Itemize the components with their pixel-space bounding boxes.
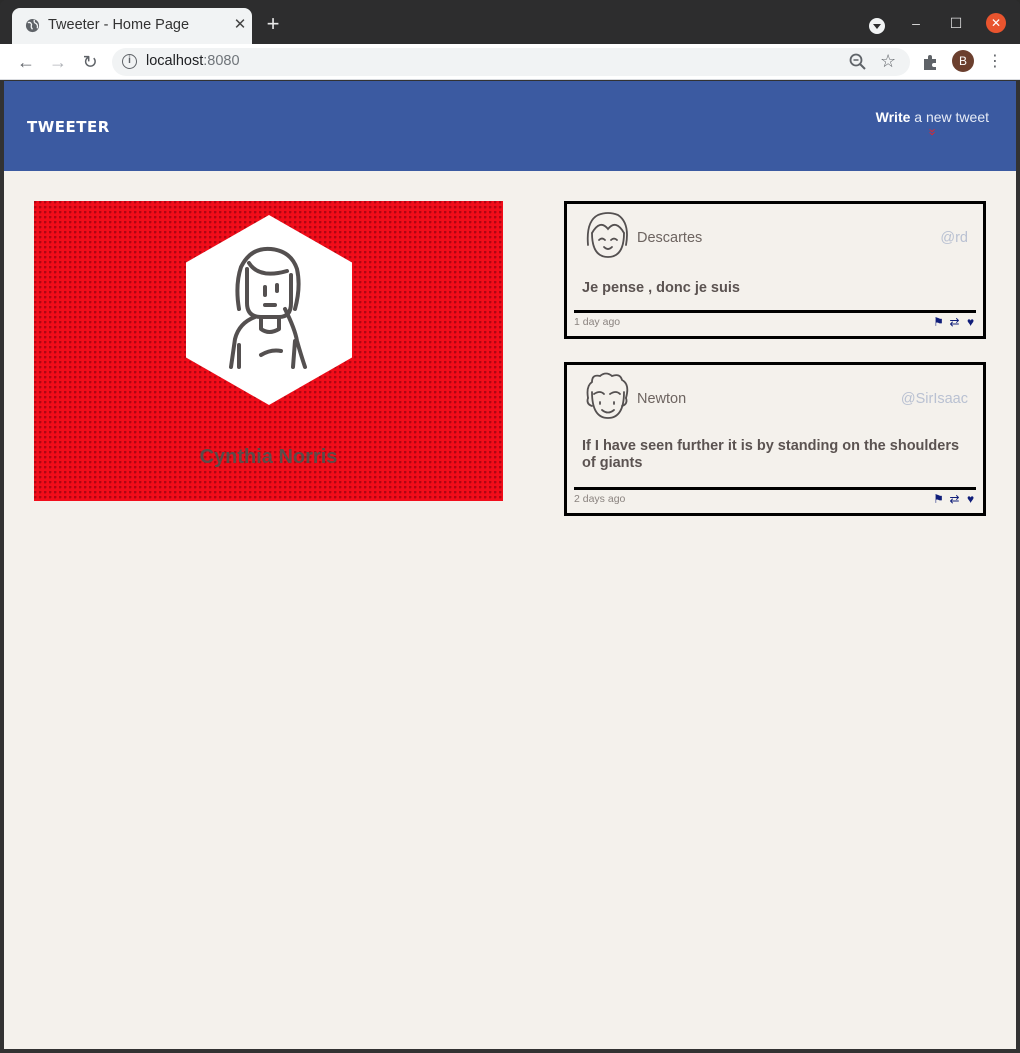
girl-avatar-icon <box>586 212 628 258</box>
tweet-card: Descartes @rd Je pense , donc je suis 1 … <box>564 201 986 339</box>
forward-icon[interactable]: → <box>47 51 69 73</box>
flag-icon[interactable]: ⚑ <box>932 316 945 329</box>
man-avatar-icon <box>586 372 629 419</box>
tab-home[interactable]: Tweeter - Home Page ✕ <box>12 8 252 44</box>
browser-toolbar: ← → ↻ i localhost:8080 ☆ B ⋮ <box>0 44 1020 80</box>
heart-icon[interactable]: ♥ <box>964 316 977 329</box>
profile-avatar-hexagon <box>186 215 352 405</box>
tweet-author-name: Newton <box>637 391 687 407</box>
url-port: :8080 <box>203 53 240 69</box>
flag-icon[interactable]: ⚑ <box>932 493 945 506</box>
tweet-author-handle[interactable]: @rd <box>940 230 968 246</box>
woman-avatar-icon <box>229 246 307 369</box>
compose-label-bold: Write <box>875 109 911 125</box>
tweet-timestamp: 2 days ago <box>574 493 626 505</box>
tweet-card: Newton @SirIsaac If I have seen further … <box>564 362 986 516</box>
zoom-icon[interactable] <box>848 52 868 72</box>
bookmark-star-icon[interactable]: ☆ <box>880 50 900 71</box>
tweet-body: If I have seen further it is by standing… <box>582 438 960 471</box>
tweet-footer: 1 day ago ⚑ ⇄ ♥ <box>574 310 976 332</box>
tweet-actions: ⚑ ⇄ ♥ <box>932 493 977 506</box>
profile-name: Cynthia Norris <box>199 446 338 468</box>
reload-icon[interactable]: ↻ <box>79 51 101 73</box>
page-content: TWEETER Write a new tweet » Cynthia Norr… <box>4 81 1016 1049</box>
back-icon[interactable]: ← <box>15 51 37 73</box>
tweet-timestamp: 1 day ago <box>574 316 621 328</box>
tab-title: Tweeter - Home Page <box>48 17 190 33</box>
retweet-icon[interactable]: ⇄ <box>948 493 961 506</box>
maximize-button[interactable]: ☐ <box>946 13 966 33</box>
menu-icon[interactable]: ⋮ <box>984 51 1006 73</box>
heart-icon[interactable]: ♥ <box>964 493 977 506</box>
profile-card: Cynthia Norris <box>34 201 503 501</box>
compose-label: a new tweet <box>910 109 989 125</box>
site-header: TWEETER Write a new tweet » <box>4 81 1016 171</box>
double-chevron-down-icon[interactable]: » <box>925 81 940 189</box>
address-bar[interactable]: i localhost:8080 ☆ <box>112 48 910 76</box>
retweet-icon[interactable]: ⇄ <box>948 316 961 329</box>
extensions-icon[interactable] <box>921 53 939 71</box>
tweet-author-name: Descartes <box>637 230 703 246</box>
url-text[interactable]: localhost:8080 <box>146 53 240 69</box>
browser-window: Tweeter - Home Page ✕ + – ☐ ✕ ← → ↻ i lo… <box>0 0 1020 1053</box>
new-tab-button[interactable]: + <box>262 13 284 36</box>
minimize-button[interactable]: – <box>906 13 926 33</box>
info-icon[interactable]: i <box>122 54 137 69</box>
close-tab-icon[interactable]: ✕ <box>231 16 249 34</box>
globe-icon <box>25 18 40 33</box>
profile-avatar[interactable]: B <box>952 50 974 72</box>
tab-strip: Tweeter - Home Page ✕ + – ☐ ✕ <box>0 0 1020 44</box>
compose-toggle[interactable]: Write a new tweet » <box>876 109 989 137</box>
tab-search-button[interactable] <box>869 18 885 34</box>
brand-logo[interactable]: TWEETER <box>27 118 110 136</box>
close-window-button[interactable]: ✕ <box>986 13 1006 33</box>
tweet-author-handle[interactable]: @SirIsaac <box>901 391 968 407</box>
tweet-footer: 2 days ago ⚑ ⇄ ♥ <box>574 487 976 509</box>
tweet-actions: ⚑ ⇄ ♥ <box>932 316 977 329</box>
url-host: localhost <box>146 53 204 69</box>
tweet-body: Je pense , donc je suis <box>582 280 740 296</box>
